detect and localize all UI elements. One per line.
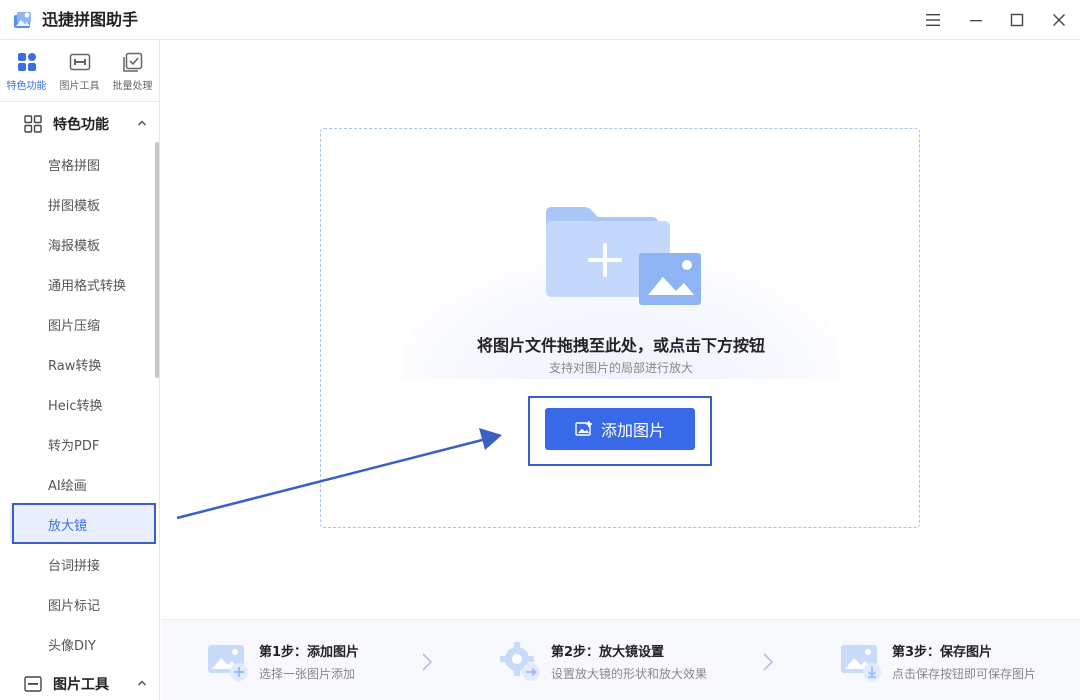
drop-zone-title: 将图片文件拖拽至此处，或点击下方按钮	[476, 336, 765, 355]
step-1-title: 第1步：添加图片	[259, 645, 360, 660]
maximize-button[interactable]	[1002, 6, 1032, 34]
sidebar-item-label: 头像DIY	[48, 639, 96, 654]
sidebar-item-label: 图片压缩	[48, 319, 101, 334]
sidebar-item-heic-convert[interactable]: Heic转换	[10, 383, 156, 423]
sidebar-item-ai-paint[interactable]: AI绘画	[10, 463, 156, 503]
sidebar-item-format-convert[interactable]: 通用格式转换	[10, 263, 156, 303]
add-folder-illustration-icon	[546, 207, 701, 305]
sidebar-item-label: 图片标记	[48, 599, 101, 614]
sidebar-item-to-pdf[interactable]: 转为PDF	[10, 423, 156, 463]
menu-icon	[926, 14, 940, 26]
drop-zone[interactable]: 将图片文件拖拽至此处，或点击下方按钮 支持对图片的局部进行放大 添加图片	[320, 128, 920, 528]
tab-featured[interactable]: 特色功能	[0, 40, 53, 102]
sidebar-item-subtitle-stitch[interactable]: 台词拼接	[10, 543, 156, 583]
step-3-title: 第3步：保存图片	[892, 645, 993, 660]
app-title: 迅捷拼图助手	[42, 10, 139, 29]
save-image-icon	[841, 645, 881, 681]
sidebar-item-magnifier[interactable]: 放大镜	[10, 503, 156, 543]
add-image-icon	[575, 421, 592, 436]
sidebar: 特色功能 图片工具 批量处理 特色功能 宫格拼图 拼图模板 海报模板 通用格式转…	[0, 40, 160, 700]
sidebar-item-label: 宫格拼图	[48, 159, 101, 174]
step-3-desc: 点击保存按钮即可保存图片	[892, 667, 1037, 681]
sidebar-item-label: 通用格式转换	[48, 279, 127, 294]
grid-outline-icon	[24, 115, 42, 133]
menu-button[interactable]	[918, 6, 948, 34]
step-2-desc: 设置放大镜的形状和放大效果	[551, 667, 708, 681]
app-logo-icon	[14, 12, 31, 28]
sidebar-item-grid-collage[interactable]: 宫格拼图	[10, 143, 156, 183]
tab-batch-label: 批量处理	[112, 81, 153, 92]
sidebar-item-collage-template[interactable]: 拼图模板	[10, 183, 156, 223]
group-featured[interactable]: 特色功能	[0, 103, 156, 143]
steps-bar: 第1步：添加图片 选择一张图片添加 第2步：放大镜设置 设置放大镜的形状和放大效…	[161, 619, 1080, 700]
step-2-title: 第2步：放大镜设置	[551, 645, 665, 660]
tab-image-tools-label: 图片工具	[59, 81, 100, 92]
tab-batch[interactable]: 批量处理	[106, 40, 159, 102]
sidebar-item-label: 海报模板	[48, 239, 101, 254]
add-image-button[interactable]: 添加图片	[545, 408, 695, 450]
group-image-tools[interactable]: 图片工具	[0, 663, 156, 700]
image-tool-icon	[24, 676, 42, 692]
sidebar-item-avatar-diy[interactable]: 头像DIY	[10, 623, 156, 663]
sidebar-item-label: 放大镜	[48, 519, 88, 534]
chevron-right-icon	[763, 653, 774, 671]
chevron-up-icon	[137, 120, 147, 126]
minimize-icon	[970, 20, 982, 22]
sidebar-item-image-compress[interactable]: 图片压缩	[10, 303, 156, 343]
sidebar-item-label: 拼图模板	[48, 199, 101, 214]
sidebar-item-raw-convert[interactable]: Raw转换	[10, 343, 156, 383]
main-panel: 将图片文件拖拽至此处，或点击下方按钮 支持对图片的局部进行放大 添加图片 第1步…	[161, 40, 1080, 700]
chevron-right-icon	[422, 653, 433, 671]
close-icon	[1053, 14, 1065, 26]
tab-image-tools[interactable]: 图片工具	[53, 40, 106, 102]
sidebar-scrollbar[interactable]	[155, 142, 159, 378]
sidebar-item-label: Heic转换	[48, 399, 103, 414]
batch-icon	[122, 52, 142, 72]
sidebar-item-poster-template[interactable]: 海报模板	[10, 223, 156, 263]
sidebar-item-label: Raw转换	[48, 359, 102, 374]
image-tool-icon	[69, 53, 90, 71]
maximize-icon	[1010, 13, 1024, 27]
close-button[interactable]	[1044, 6, 1074, 34]
grid-icon	[17, 53, 36, 71]
sidebar-item-image-mark[interactable]: 图片标记	[10, 583, 156, 623]
chevron-up-icon	[137, 680, 147, 686]
title-bar: 迅捷拼图助手	[0, 0, 1080, 40]
tab-featured-label: 特色功能	[6, 81, 47, 92]
add-image-step-icon	[208, 645, 248, 681]
group-image-tools-label: 图片工具	[53, 677, 109, 693]
sidebar-item-label: 转为PDF	[48, 439, 100, 454]
sidebar-item-label: 台词拼接	[48, 559, 101, 574]
step-1-desc: 选择一张图片添加	[259, 667, 356, 681]
gear-settings-icon	[500, 642, 540, 681]
sidebar-item-label: AI绘画	[48, 479, 87, 494]
top-tabs: 特色功能 图片工具 批量处理	[0, 40, 159, 102]
group-featured-label: 特色功能	[53, 117, 109, 133]
minimize-button[interactable]	[961, 6, 991, 34]
drop-zone-subtitle: 支持对图片的局部进行放大	[548, 361, 693, 375]
add-image-button-label: 添加图片	[600, 421, 665, 440]
